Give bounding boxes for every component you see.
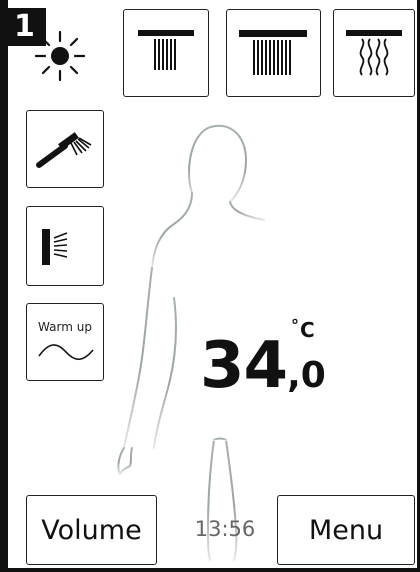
volume-label: Volume [41,514,142,546]
narrow-rain-shower-icon [138,30,194,70]
sun-icon[interactable] [30,12,108,92]
shower-control-screen: 1 Warm up °C 34,0 Volume 13:56 Menu [0,0,420,572]
wave-icon [38,344,94,361]
clock: 13:56 [194,517,256,541]
waterfall-shower-button[interactable] [333,9,415,97]
frame-left-edge [0,0,8,572]
warm-up-button[interactable]: Warm up [26,303,104,381]
frame-bottom-edge [0,568,420,572]
temperature-decimal: ,0 [287,355,326,396]
hand-shower-button[interactable] [26,110,104,188]
wide-rain-shower-button[interactable] [226,9,321,97]
hand-shower-icon [36,132,92,168]
side-jet-button[interactable] [26,206,104,286]
menu-button[interactable]: Menu [277,495,415,565]
volume-button[interactable]: Volume [26,495,157,565]
waterfall-shower-icon [346,30,402,76]
temperature-display: 34,0 [200,329,326,403]
side-jet-icon [42,229,68,265]
wide-rain-shower-icon [239,30,307,75]
temperature-integer: 34 [200,329,288,403]
narrow-rain-shower-button[interactable] [123,9,209,97]
menu-label: Menu [308,514,384,546]
